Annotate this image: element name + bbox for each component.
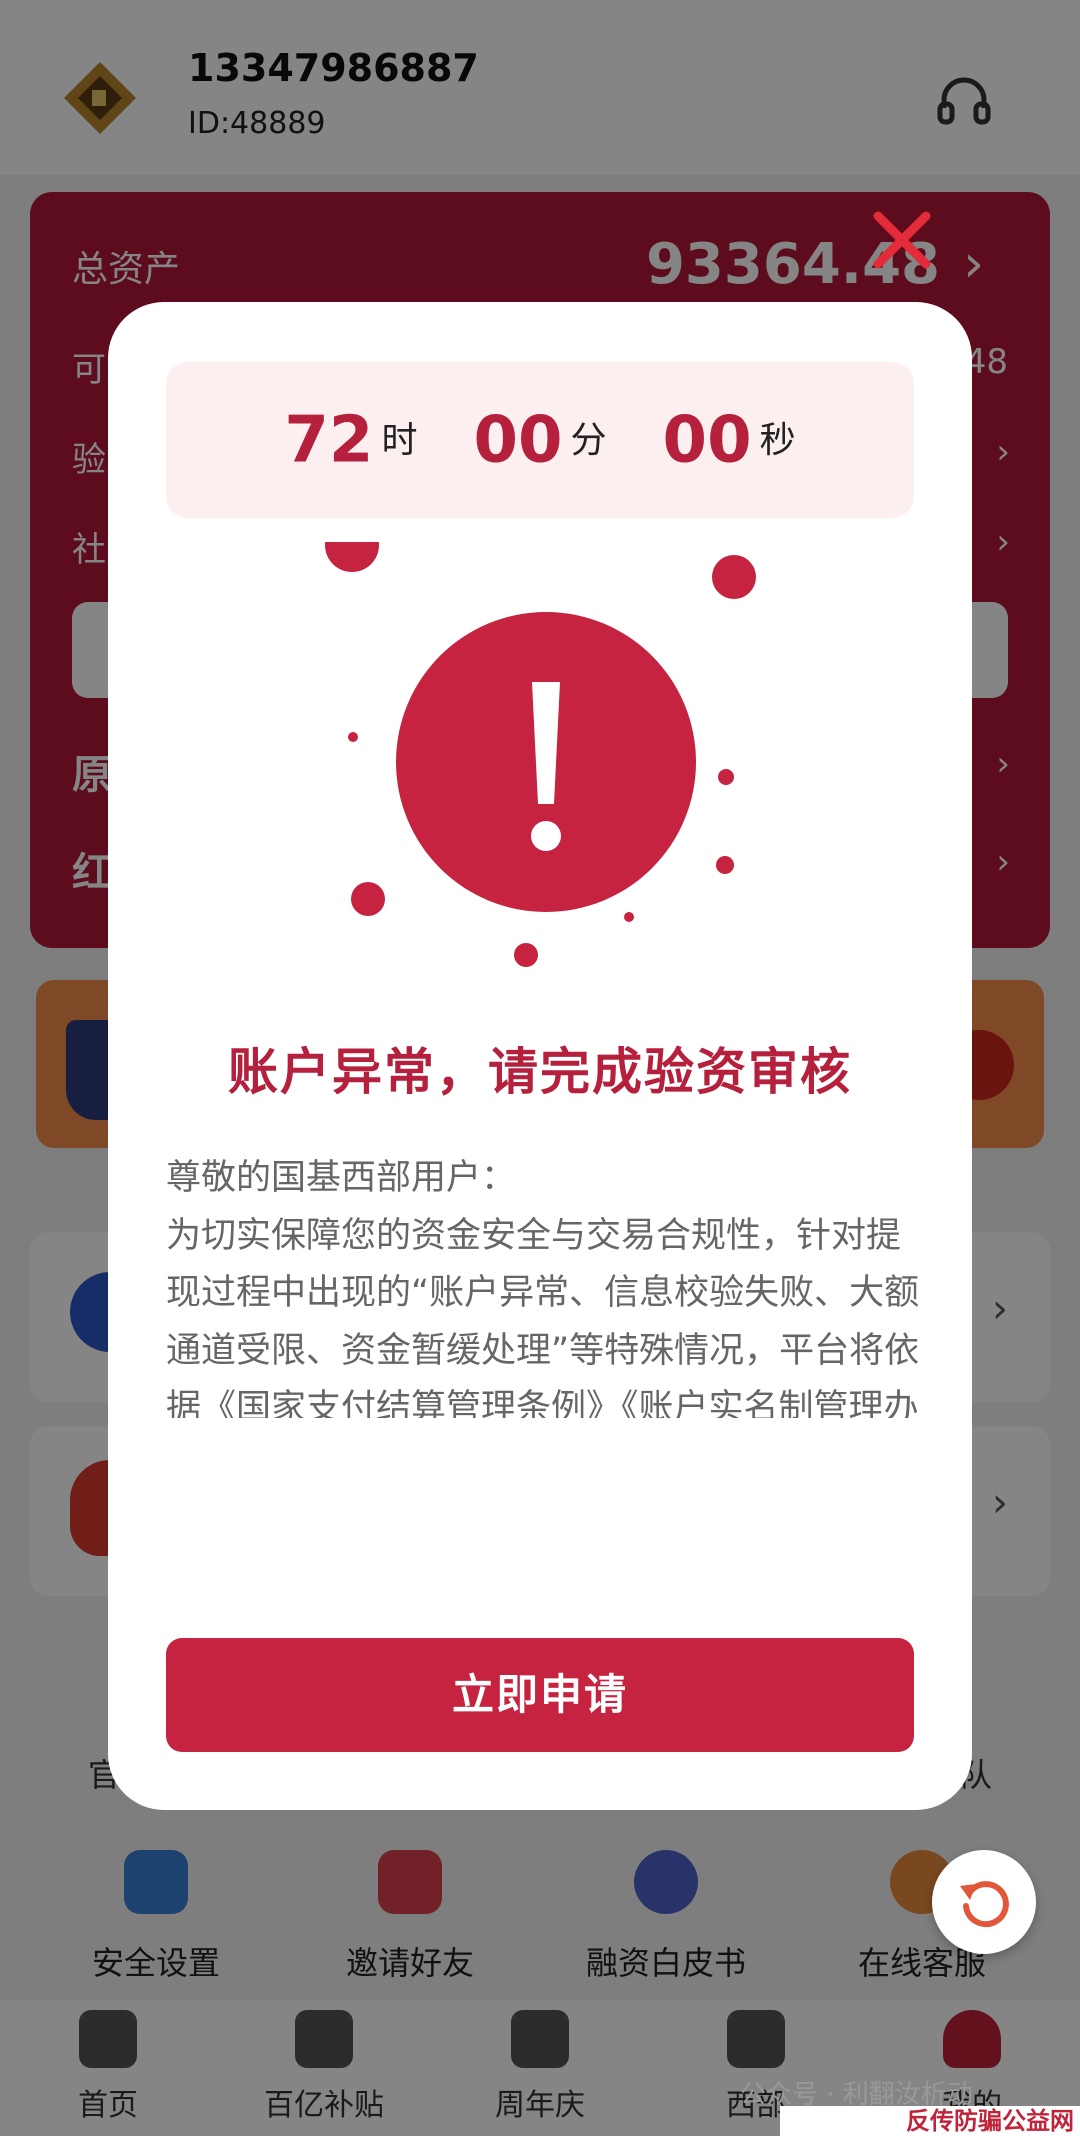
exclamation-icon <box>325 542 756 967</box>
countdown-hours: 72 <box>284 403 374 478</box>
account-alert-modal: 72 时 00 分 00 秒 账户异常，请完成验资审核 尊敬的国基西部用户： 为切实保障您… <box>108 302 972 1810</box>
body-greeting: 尊敬的国基西部用户： <box>166 1158 517 1198</box>
countdown-hours-unit: 时 <box>381 419 418 461</box>
countdown-timer: 72 时 00 分 00 秒 <box>166 362 914 518</box>
countdown-minutes: 00 <box>473 403 563 478</box>
body-paragraph: 为切实保障您的资金安全与交易合规性，针对提现过程中出现的“账户异常、信息校验失败… <box>166 1215 920 1419</box>
close-icon[interactable] <box>870 208 934 272</box>
apply-now-button[interactable]: 立即申请 <box>166 1638 914 1752</box>
refresh-icon <box>960 1881 1009 1928</box>
modal-body-text: 尊敬的国基西部用户： 为切实保障您的资金安全与交易合规性，针对提现过程中出现的“… <box>166 1150 926 1418</box>
watermark-bar: 反传防骗公益网 www.wazi.cc <box>780 2106 1080 2136</box>
modal-title: 账户异常，请完成验资审核 <box>228 1043 852 1101</box>
countdown-minutes-unit: 分 <box>570 419 607 461</box>
refresh-button[interactable] <box>932 1850 1036 1954</box>
countdown-seconds: 00 <box>662 403 752 478</box>
countdown-seconds-unit: 秒 <box>759 419 796 461</box>
